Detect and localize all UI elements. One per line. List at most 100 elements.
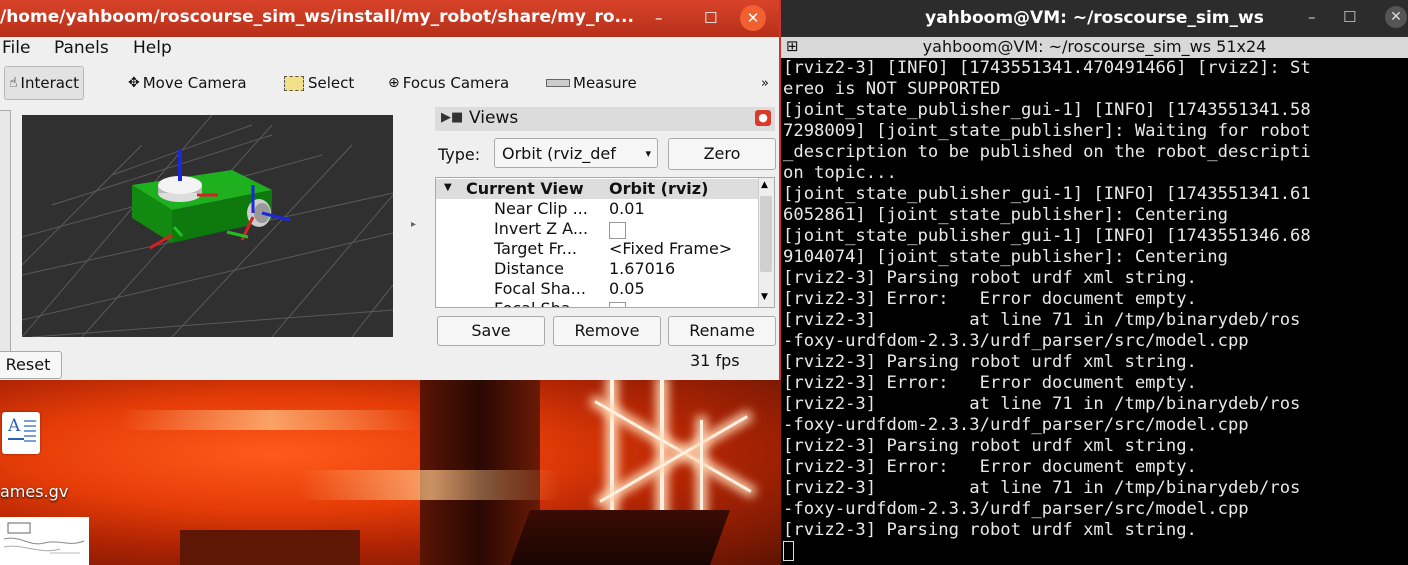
focal-shape-checkbox[interactable]: ✓ <box>609 300 626 307</box>
reset-button[interactable]: Reset <box>0 351 62 379</box>
property-row-distance[interactable]: Distance 1.67016 <box>436 259 760 279</box>
scroll-down-icon[interactable]: ▼ <box>761 292 768 302</box>
select-tool-label: Select <box>308 74 355 92</box>
rviz-titlebar[interactable]: /home/yahboom/roscourse_sim_ws/install/m… <box>0 0 779 37</box>
move-camera-tool-label: Move Camera <box>142 74 247 92</box>
terminal-line: [rviz2-3] Error: Error document empty. <box>783 457 1197 477</box>
menu-file[interactable]: File <box>2 38 30 58</box>
save-button[interactable]: Save <box>437 316 545 346</box>
property-name: Invert Z A... <box>494 219 589 238</box>
select-tool-button[interactable]: Select <box>284 71 354 95</box>
view-properties-tree[interactable]: ▼ Current View Orbit (rviz) Near Clip ..… <box>435 177 775 308</box>
terminal-close-button[interactable]: ✕ <box>1385 6 1407 28</box>
ruler-icon <box>546 79 570 87</box>
terminal-output[interactable]: [rviz2-3] [INFO] [1743551341.470491466] … <box>781 58 1408 565</box>
property-name: Target Fr... <box>494 239 577 258</box>
property-name: Focal Sha... <box>494 279 586 298</box>
rviz-window-title: /home/yahboom/roscourse_sim_ws/install/m… <box>0 7 634 27</box>
terminal-cursor <box>783 541 794 561</box>
selection-box-icon <box>284 75 304 91</box>
terminal-maximize-button[interactable]: ☐ <box>1343 8 1356 26</box>
view-type-value: Orbit (rviz_def <box>502 144 616 163</box>
property-row-focal-shape-fixed[interactable]: Focal Sha... ✓ <box>436 299 760 307</box>
property-value[interactable]: 0.05 <box>609 279 645 298</box>
property-value[interactable]: <Fixed Frame> <box>609 239 732 258</box>
terminal-line: [rviz2-3] [INFO] [1743551341.470491466] … <box>783 58 1311 78</box>
current-view-row[interactable]: ▼ Current View Orbit (rviz) <box>436 179 760 199</box>
terminal-line: 6052861] [joint_state_publisher]: Center… <box>783 205 1228 225</box>
terminal-line: -foxy-urdfdom-2.3.3/urdf_parser/src/mode… <box>783 331 1249 351</box>
menu-panels[interactable]: Panels <box>54 38 109 58</box>
interact-tool-label: Interact <box>20 74 80 92</box>
close-button[interactable]: ✕ <box>740 5 766 31</box>
3d-viewport[interactable] <box>22 115 393 337</box>
focus-camera-tool-label: Focus Camera <box>402 74 510 92</box>
robot-scene <box>22 115 393 337</box>
terminal-line: _description to be published on the robo… <box>783 142 1311 162</box>
rename-button[interactable]: Rename <box>668 316 776 346</box>
view-type-select[interactable]: Orbit (rviz_def ▾ <box>494 138 658 168</box>
terminal-line: 9104074] [joint_state_publisher]: Center… <box>783 247 1228 267</box>
terminal-minimize-button[interactable]: – <box>1308 8 1316 26</box>
property-row-focal-shape-size[interactable]: Focal Sha... 0.05 <box>436 279 760 299</box>
property-row-target-frame[interactable]: Target Fr... <Fixed Frame> <box>436 239 760 259</box>
terminal-titlebar[interactable]: yahboom@VM: ~/roscourse_sim_ws – ☐ ✕ <box>781 0 1408 37</box>
terminal-tab-title: yahboom@VM: ~/roscourse_sim_ws 51x24 <box>922 37 1267 56</box>
views-close-icon[interactable]: ● <box>755 110 771 126</box>
property-name: Focal Sha... <box>494 299 606 307</box>
terminal-line: [rviz2-3] Parsing robot urdf xml string. <box>783 268 1197 288</box>
minimize-button[interactable]: – <box>655 9 663 27</box>
terminal-line: [rviz2-3] at line 71 in /tmp/binarydeb/r… <box>783 478 1301 498</box>
terminal-line: 7298009] [joint_state_publisher]: Waitin… <box>783 121 1311 141</box>
toolbar-overflow-button[interactable]: » <box>761 71 769 95</box>
tree-scrollbar[interactable]: ▲ ▼ <box>758 178 774 307</box>
scrollbar-thumb[interactable] <box>760 196 772 272</box>
views-panel-header: ▶■ Views ● <box>435 107 775 131</box>
terminal-line: -foxy-urdfdom-2.3.3/urdf_parser/src/mode… <box>783 499 1249 519</box>
move-camera-tool-button[interactable]: ✥ Move Camera <box>128 71 247 95</box>
terminal-line: [joint_state_publisher_gui-1] [INFO] [17… <box>783 226 1311 246</box>
desktop-thumbnail-image[interactable] <box>0 517 89 565</box>
rviz-window: /home/yahboom/roscourse_sim_ws/install/m… <box>0 0 781 380</box>
invert-z-checkbox[interactable] <box>609 220 626 239</box>
terminal-line: [joint_state_publisher_gui-1] [INFO] [17… <box>783 100 1311 120</box>
measure-tool-button[interactable]: Measure <box>546 71 637 95</box>
property-name: Distance <box>494 259 564 278</box>
remove-button[interactable]: Remove <box>553 316 661 346</box>
views-camera-icon: ▶■ <box>441 110 464 125</box>
hand-pointer-icon: ☝ <box>9 75 18 91</box>
property-value[interactable]: 0.01 <box>609 199 645 218</box>
chevron-down-icon: ▾ <box>645 147 651 160</box>
move-arrows-icon: ✥ <box>128 75 140 91</box>
terminal-line: [rviz2-3] at line 71 in /tmp/binarydeb/r… <box>783 310 1301 330</box>
measure-tool-label: Measure <box>573 74 637 92</box>
current-view-value: Orbit (rviz) <box>609 179 709 198</box>
type-label: Type: <box>438 145 481 164</box>
terminal-line: [joint_state_publisher_gui-1] [INFO] [17… <box>783 184 1311 204</box>
desktop-file-label: ames.gv <box>0 482 69 501</box>
desktop-background: A ames.gv <box>0 380 785 565</box>
property-name: Near Clip ... <box>494 199 588 218</box>
fps-counter: 31 fps <box>690 351 740 370</box>
maximize-button[interactable]: ☐ <box>704 9 717 27</box>
collapsed-displays-panel[interactable] <box>0 110 11 352</box>
terminal-line: [rviz2-3] Parsing robot urdf xml string. <box>783 436 1197 456</box>
desktop-file-icon[interactable]: A ames.gv <box>0 408 90 501</box>
focus-crosshair-icon: ⊕ <box>388 75 400 91</box>
text-document-icon: A <box>2 412 40 454</box>
splitter-handle-icon[interactable]: ▸ <box>411 219 416 230</box>
property-row-invert-z[interactable]: Invert Z A... <box>436 219 760 239</box>
property-row-near-clip[interactable]: Near Clip ... 0.01 <box>436 199 760 219</box>
property-value[interactable]: 1.67016 <box>609 259 675 278</box>
terminal-line: [rviz2-3] Error: Error document empty. <box>783 289 1197 309</box>
terminal-line: [rviz2-3] Error: Error document empty. <box>783 373 1197 393</box>
menu-help[interactable]: Help <box>133 38 172 58</box>
zero-button[interactable]: Zero <box>668 138 776 170</box>
terminal-tab-bar: ⊞ yahboom@VM: ~/roscourse_sim_ws 51x24 <box>781 37 1408 58</box>
terminal-line: [rviz2-3] at line 71 in /tmp/binarydeb/r… <box>783 394 1301 414</box>
scroll-up-icon[interactable]: ▲ <box>761 180 768 190</box>
collapse-arrow-icon[interactable]: ▼ <box>444 182 452 193</box>
focus-camera-tool-button[interactable]: ⊕ Focus Camera <box>388 71 509 95</box>
interact-tool-button[interactable]: ☝ Interact <box>4 66 85 100</box>
terminal-line: on topic... <box>783 163 897 183</box>
